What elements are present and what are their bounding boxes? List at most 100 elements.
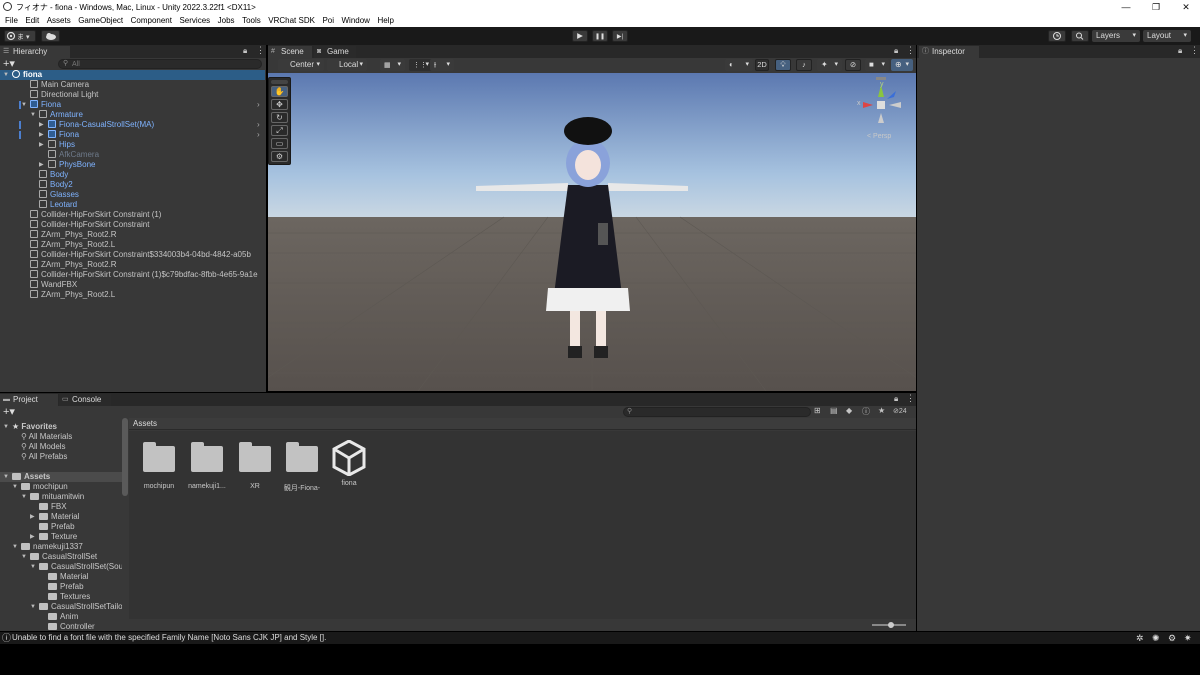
cache-icon[interactable]: ⚙ <box>1168 632 1176 644</box>
menu-edit[interactable]: Edit <box>25 16 39 25</box>
scene-viewport[interactable]: ✋ ✥ ↻ ⤢ ▭ ⚙ x y < Persp <box>268 73 916 391</box>
hierarchy-item[interactable]: Collider-HipForSkirt Constraint (1)$c79b… <box>0 270 265 280</box>
draw-mode-dropdown[interactable]: ◐ <box>725 59 753 71</box>
rect-tool[interactable]: ▭ <box>271 138 288 149</box>
account-button[interactable]: ま ▾ <box>4 30 36 42</box>
hierarchy-item[interactable]: ZArm_Phys_Root2.L <box>0 240 265 250</box>
project-create-button[interactable]: +▾ <box>3 405 15 418</box>
project-more-icon[interactable]: ⋮ <box>906 393 915 404</box>
hierarchy-search-input[interactable]: ⚲ All <box>58 59 262 69</box>
scene-visibility-toggle[interactable]: ⊘ <box>845 59 861 71</box>
hierarchy-item[interactable]: ZArm_Phys_Root2.L <box>0 290 265 300</box>
hand-tool[interactable]: ✋ <box>271 86 288 97</box>
menu-gameobject[interactable]: GameObject <box>78 16 123 25</box>
project-tree-item[interactable]: ▶ Material <box>0 512 122 522</box>
project-tree-item[interactable]: Anim <box>0 612 122 622</box>
open-prefab-arrow-icon[interactable]: › <box>257 130 260 140</box>
menu-vrchat-sdk[interactable]: VRChat SDK <box>268 16 315 25</box>
lighting-toggle[interactable]: 💡︎ <box>775 59 791 71</box>
cloud-button[interactable] <box>41 30 60 42</box>
project-lock-icon[interactable]: 🔒︎ <box>894 394 898 404</box>
more-options-icon[interactable]: ⋮ <box>256 45 265 56</box>
expand-arrow-icon[interactable]: ▶ <box>30 512 38 522</box>
expand-arrow-icon[interactable]: ▼ <box>3 472 11 482</box>
hierarchy-item[interactable]: ▶ Fiona › <box>0 130 265 140</box>
create-button[interactable]: +▾ <box>3 57 15 70</box>
asset-folder[interactable]: 観月-Fiona- <box>277 440 327 493</box>
tab-scene[interactable]: # Scene <box>268 46 312 58</box>
audio-toggle[interactable]: ♪ <box>796 59 812 71</box>
menu-services[interactable]: Services <box>179 16 210 25</box>
hierarchy-item[interactable]: ▼ Fiona › <box>0 100 265 110</box>
tag-icon[interactable]: ◆ <box>846 406 852 415</box>
project-tree-item[interactable]: ▼ CasualStrollSet(Sour <box>0 562 122 572</box>
project-tree-item[interactable]: ▼ mituamitwin <box>0 492 122 502</box>
hierarchy-item[interactable]: Directional Light <box>0 90 265 100</box>
menu-poi[interactable]: Poi <box>322 16 334 25</box>
expand-arrow-icon[interactable]: ▶ <box>39 130 47 140</box>
asset-folder[interactable]: namekuji1... <box>182 440 232 490</box>
grid-snap-dropdown[interactable]: ▦ <box>380 59 405 71</box>
pivot-dropdown[interactable]: Center <box>278 59 324 71</box>
expand-arrow-icon[interactable]: ▼ <box>30 602 38 612</box>
hierarchy-item[interactable]: ZArm_Phys_Root2.R <box>0 260 265 270</box>
menu-help[interactable]: Help <box>377 16 393 25</box>
hierarchy-item[interactable]: ▶ Hips <box>0 140 265 150</box>
expand-arrow-icon[interactable]: ▶ <box>39 120 47 130</box>
tree-scrollbar[interactable] <box>122 418 128 496</box>
camera-dropdown[interactable]: ■ <box>865 59 889 71</box>
tab-console[interactable]: ▭ Console <box>59 394 111 406</box>
menu-tools[interactable]: Tools <box>242 16 261 25</box>
hierarchy-item[interactable]: AfkCamera <box>0 150 265 160</box>
hierarchy-item[interactable]: ▼ fiona <box>0 70 265 80</box>
project-search-input[interactable]: ⚲ <box>623 407 811 417</box>
menu-jobs[interactable]: Jobs <box>218 16 235 25</box>
lock-icon[interactable]: 🔒︎ <box>243 46 247 56</box>
expand-arrow-icon[interactable]: ▼ <box>21 552 29 562</box>
project-tree-item[interactable]: ▼ Assets <box>0 472 122 482</box>
scene-lock-icon[interactable]: 🔒︎ <box>894 46 898 56</box>
hierarchy-item[interactable]: Collider-HipForSkirt Constraint (1) <box>0 210 265 220</box>
hierarchy-item[interactable]: ▼ Armature <box>0 110 265 120</box>
expand-arrow-icon[interactable]: ▼ <box>21 100 29 110</box>
project-tree-item[interactable]: ⚲ All Models <box>0 442 122 452</box>
favorite-star-icon[interactable]: ★ <box>878 406 885 415</box>
expand-arrow-icon[interactable]: ▶ <box>39 160 47 170</box>
hierarchy-item[interactable]: Body2 <box>0 180 265 190</box>
expand-arrow-icon[interactable]: ▶ <box>39 140 47 150</box>
breadcrumb-assets[interactable]: Assets <box>133 419 157 428</box>
hierarchy-item[interactable]: WandFBX <box>0 280 265 290</box>
menu-file[interactable]: File <box>5 16 18 25</box>
expand-arrow-icon[interactable]: ▶ <box>30 532 38 542</box>
hierarchy-item[interactable]: ZArm_Phys_Root2.R <box>0 230 265 240</box>
menu-component[interactable]: Component <box>131 16 172 25</box>
project-tree-item[interactable]: ▼ namekuji1337 <box>0 542 122 552</box>
info-filter-icon[interactable]: ⓘ <box>862 406 870 417</box>
scale-tool[interactable]: ⤢ <box>271 125 288 136</box>
play-button[interactable]: ▶ <box>572 30 588 42</box>
transform-tool[interactable]: ⚙ <box>271 151 288 162</box>
inspector-lock-icon[interactable]: 🔒︎ <box>1178 46 1182 56</box>
status-message[interactable]: Unable to find a font file with the spec… <box>12 633 326 642</box>
search-by-type-icon[interactable]: ⊞ <box>814 406 821 415</box>
project-tree-item[interactable]: ▼ CasualStrollSetTailor <box>0 602 122 612</box>
hierarchy-item[interactable]: ▶ PhysBone <box>0 160 265 170</box>
search-button[interactable] <box>1071 30 1089 42</box>
expand-arrow-icon[interactable]: ▼ <box>30 110 38 120</box>
expand-arrow-icon[interactable]: ▼ <box>12 542 20 552</box>
expand-arrow-icon[interactable]: ▼ <box>21 492 29 502</box>
expand-arrow-icon[interactable]: ▼ <box>30 562 38 572</box>
hidden-packages-count[interactable]: ⊘24 <box>893 407 907 415</box>
search-by-label-icon[interactable]: ▤ <box>830 406 838 415</box>
layers-dropdown[interactable]: Layers <box>1092 30 1140 42</box>
project-tree-item[interactable]: Prefab <box>0 582 122 592</box>
lighting-progress-icon[interactable]: ✺ <box>1152 632 1160 644</box>
maximize-button[interactable]: ❐ <box>1142 0 1170 14</box>
hierarchy-item[interactable]: ▶ Fiona-CasualStrollSet(MA) › <box>0 120 265 130</box>
bug-icon[interactable]: ✲ <box>1136 632 1144 644</box>
project-tree-item[interactable]: ⚲ All Materials <box>0 432 122 442</box>
icon-size-slider-thumb[interactable] <box>888 622 894 628</box>
tab-game[interactable]: ◙ Game <box>314 46 356 58</box>
project-tree-item[interactable]: ▼ CasualStrollSet <box>0 552 122 562</box>
asset-folder[interactable]: XR <box>230 440 280 490</box>
